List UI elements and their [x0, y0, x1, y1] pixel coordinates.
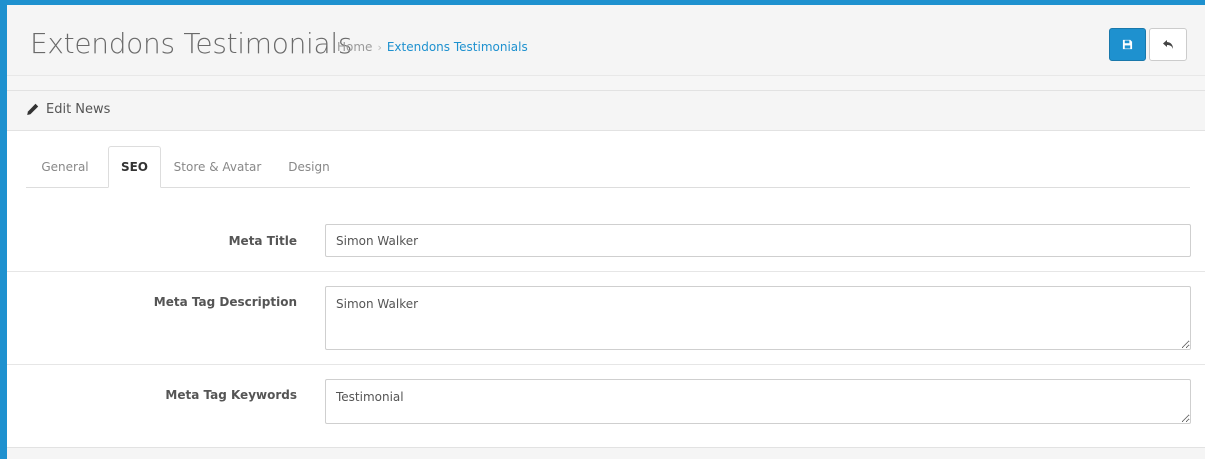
tab-seo[interactable]: SEO — [108, 146, 161, 188]
breadcrumb-separator: › — [377, 41, 382, 54]
app-frame: Extendons Testimonials Home › Extendons Te… — [0, 0, 1205, 459]
page-title: Extendons Testimonials — [30, 27, 353, 60]
meta-description-label: Meta Tag Description — [153, 295, 297, 309]
edit-panel: Edit News General SEO Store & Avatar Des… — [7, 90, 1205, 448]
pencil-icon — [27, 103, 39, 115]
save-icon — [1122, 39, 1133, 50]
panel-title: Edit News — [46, 102, 111, 117]
page-header: Extendons Testimonials Home › Extendons Te… — [7, 5, 1205, 76]
meta-keywords-label: Meta Tag Keywords — [165, 388, 297, 402]
tab-design[interactable]: Design — [283, 146, 335, 187]
breadcrumb-current-link[interactable]: Extendons Testimonials — [387, 40, 528, 54]
breadcrumb: Home › Extendons Testimonials — [337, 40, 528, 54]
form-label-container: Meta Title — [7, 234, 297, 250]
page-footer-strip — [7, 448, 1205, 459]
form-label-container: Meta Tag Description — [7, 295, 297, 311]
meta-title-label: Meta Title — [228, 234, 297, 248]
meta-description-textarea[interactable]: Simon Walker — [325, 286, 1191, 350]
meta-title-input[interactable] — [325, 224, 1191, 257]
row-divider — [7, 271, 1205, 272]
breadcrumb-home-link[interactable]: Home — [337, 40, 372, 54]
reply-icon — [1163, 40, 1173, 49]
panel-heading: Edit News — [7, 91, 1205, 131]
save-button[interactable] — [1109, 28, 1146, 61]
form-label-container: Meta Tag Keywords — [7, 388, 297, 404]
tab-bar: General SEO Store & Avatar Design — [26, 146, 1190, 188]
meta-keywords-textarea[interactable]: Testimonial — [325, 379, 1191, 424]
tab-general[interactable]: General — [34, 146, 96, 187]
row-divider — [7, 364, 1205, 365]
back-button[interactable] — [1149, 28, 1187, 61]
tab-store-avatar[interactable]: Store & Avatar — [170, 146, 265, 187]
